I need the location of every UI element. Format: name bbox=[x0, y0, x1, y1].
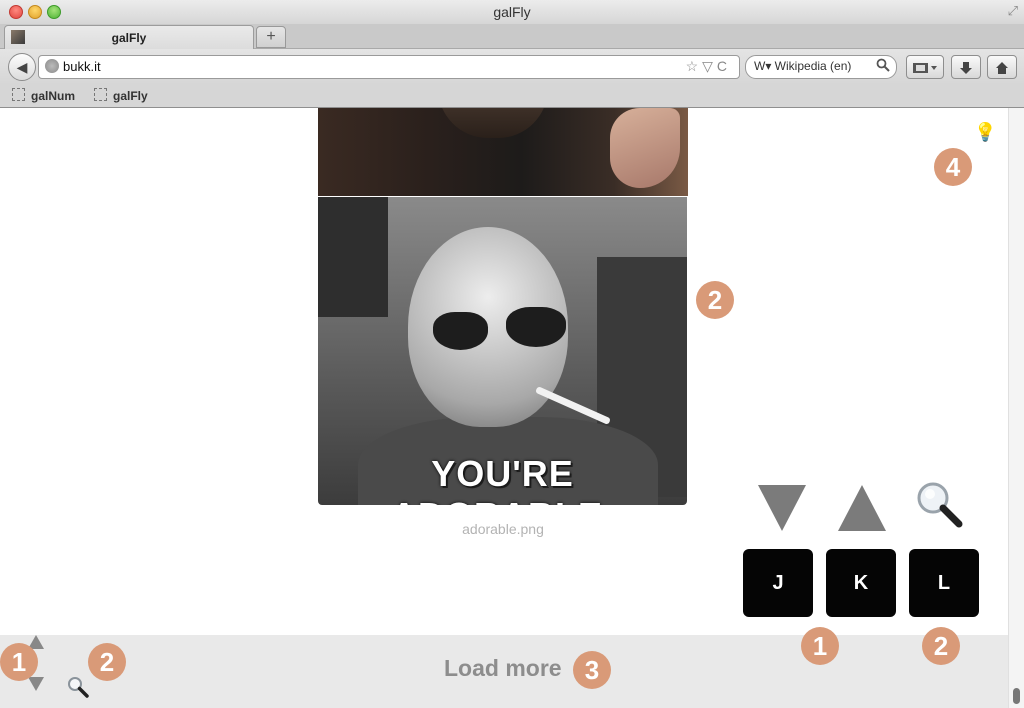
vertical-scrollbar[interactable] bbox=[1008, 108, 1024, 708]
search-engine-label[interactable]: W▾ Wikipedia (en) bbox=[754, 59, 851, 73]
bookmark-icon bbox=[94, 88, 107, 101]
scroll-down-arrow-icon[interactable] bbox=[28, 677, 44, 691]
page-content: YOU'RE ADORABLE. adorable.png 2 💡 4 J K … bbox=[0, 108, 1008, 708]
annotation-badge: 3 bbox=[573, 651, 611, 689]
tab-label: galFly bbox=[111, 31, 147, 45]
tab-galfly[interactable]: galFly bbox=[4, 25, 254, 49]
key-l-button[interactable]: L bbox=[909, 549, 979, 617]
annotation-badge: 2 bbox=[922, 627, 960, 665]
url-bar[interactable]: bukk.it ☆▽C bbox=[38, 55, 740, 79]
annotation-badge: 4 bbox=[934, 148, 972, 186]
back-button[interactable]: ◀ bbox=[8, 53, 36, 81]
previous-image-arrow-icon[interactable] bbox=[838, 485, 886, 531]
bookmark-label: galNum bbox=[31, 89, 76, 103]
annotation-badge: 1 bbox=[0, 643, 38, 681]
annotation-badge: 2 bbox=[88, 643, 126, 681]
load-more-button[interactable]: Load more bbox=[444, 655, 562, 682]
zoom-magnifier-icon[interactable] bbox=[915, 480, 963, 528]
screenshot-menu-button[interactable] bbox=[906, 55, 944, 79]
home-button[interactable] bbox=[987, 55, 1017, 79]
annotation-badge: 1 bbox=[801, 627, 839, 665]
bookmark-galfly[interactable]: galFly bbox=[94, 88, 148, 103]
navigation-toolbar: ◀ bukk.it ☆▽C W▾ Wikipedia (en) bbox=[0, 49, 1024, 85]
photo-detail bbox=[506, 307, 566, 347]
bookmark-icon bbox=[12, 88, 25, 101]
photo-detail bbox=[318, 197, 388, 317]
photo-detail bbox=[433, 312, 488, 350]
camera-icon bbox=[913, 62, 937, 73]
next-image-arrow-icon[interactable] bbox=[758, 485, 806, 531]
scrollbar-thumb[interactable] bbox=[1013, 688, 1020, 704]
bookmark-star-reload-icons[interactable]: ☆▽C bbox=[686, 58, 731, 75]
tab-bar: galFly + bbox=[0, 24, 1024, 49]
gallery-footer: Load more bbox=[0, 635, 1008, 708]
home-icon bbox=[996, 61, 1008, 74]
current-gallery-image[interactable]: YOU'RE ADORABLE. bbox=[318, 197, 687, 505]
key-j-button[interactable]: J bbox=[743, 549, 813, 617]
new-tab-button[interactable]: + bbox=[256, 26, 286, 48]
bookmarks-bar: galNum galFly bbox=[0, 85, 1024, 108]
magnifier-icon[interactable] bbox=[876, 58, 890, 72]
annotation-badge: 2 bbox=[696, 281, 734, 319]
photo-detail bbox=[438, 108, 548, 138]
previous-gallery-image[interactable] bbox=[318, 108, 688, 196]
window-title-bar: galFly ⤢ bbox=[0, 0, 1024, 25]
url-text[interactable]: bukk.it bbox=[63, 59, 101, 74]
search-field[interactable]: W▾ Wikipedia (en) bbox=[745, 55, 897, 79]
download-arrow-icon bbox=[960, 61, 972, 74]
bookmark-label: galFly bbox=[113, 89, 148, 103]
fullscreen-icon[interactable]: ⤢ bbox=[1008, 3, 1018, 19]
image-filename: adorable.png bbox=[462, 521, 544, 537]
bookmark-galnum[interactable]: galNum bbox=[12, 88, 75, 103]
downloads-button[interactable] bbox=[951, 55, 981, 79]
meme-caption-text: YOU'RE ADORABLE. bbox=[391, 453, 613, 505]
small-magnifier-icon[interactable] bbox=[66, 675, 90, 699]
globe-icon bbox=[45, 59, 59, 73]
window-title: galFly bbox=[493, 4, 531, 20]
photo-detail bbox=[610, 108, 680, 188]
lightbulb-icon[interactable]: 💡 bbox=[974, 122, 996, 143]
key-k-button[interactable]: K bbox=[826, 549, 896, 617]
